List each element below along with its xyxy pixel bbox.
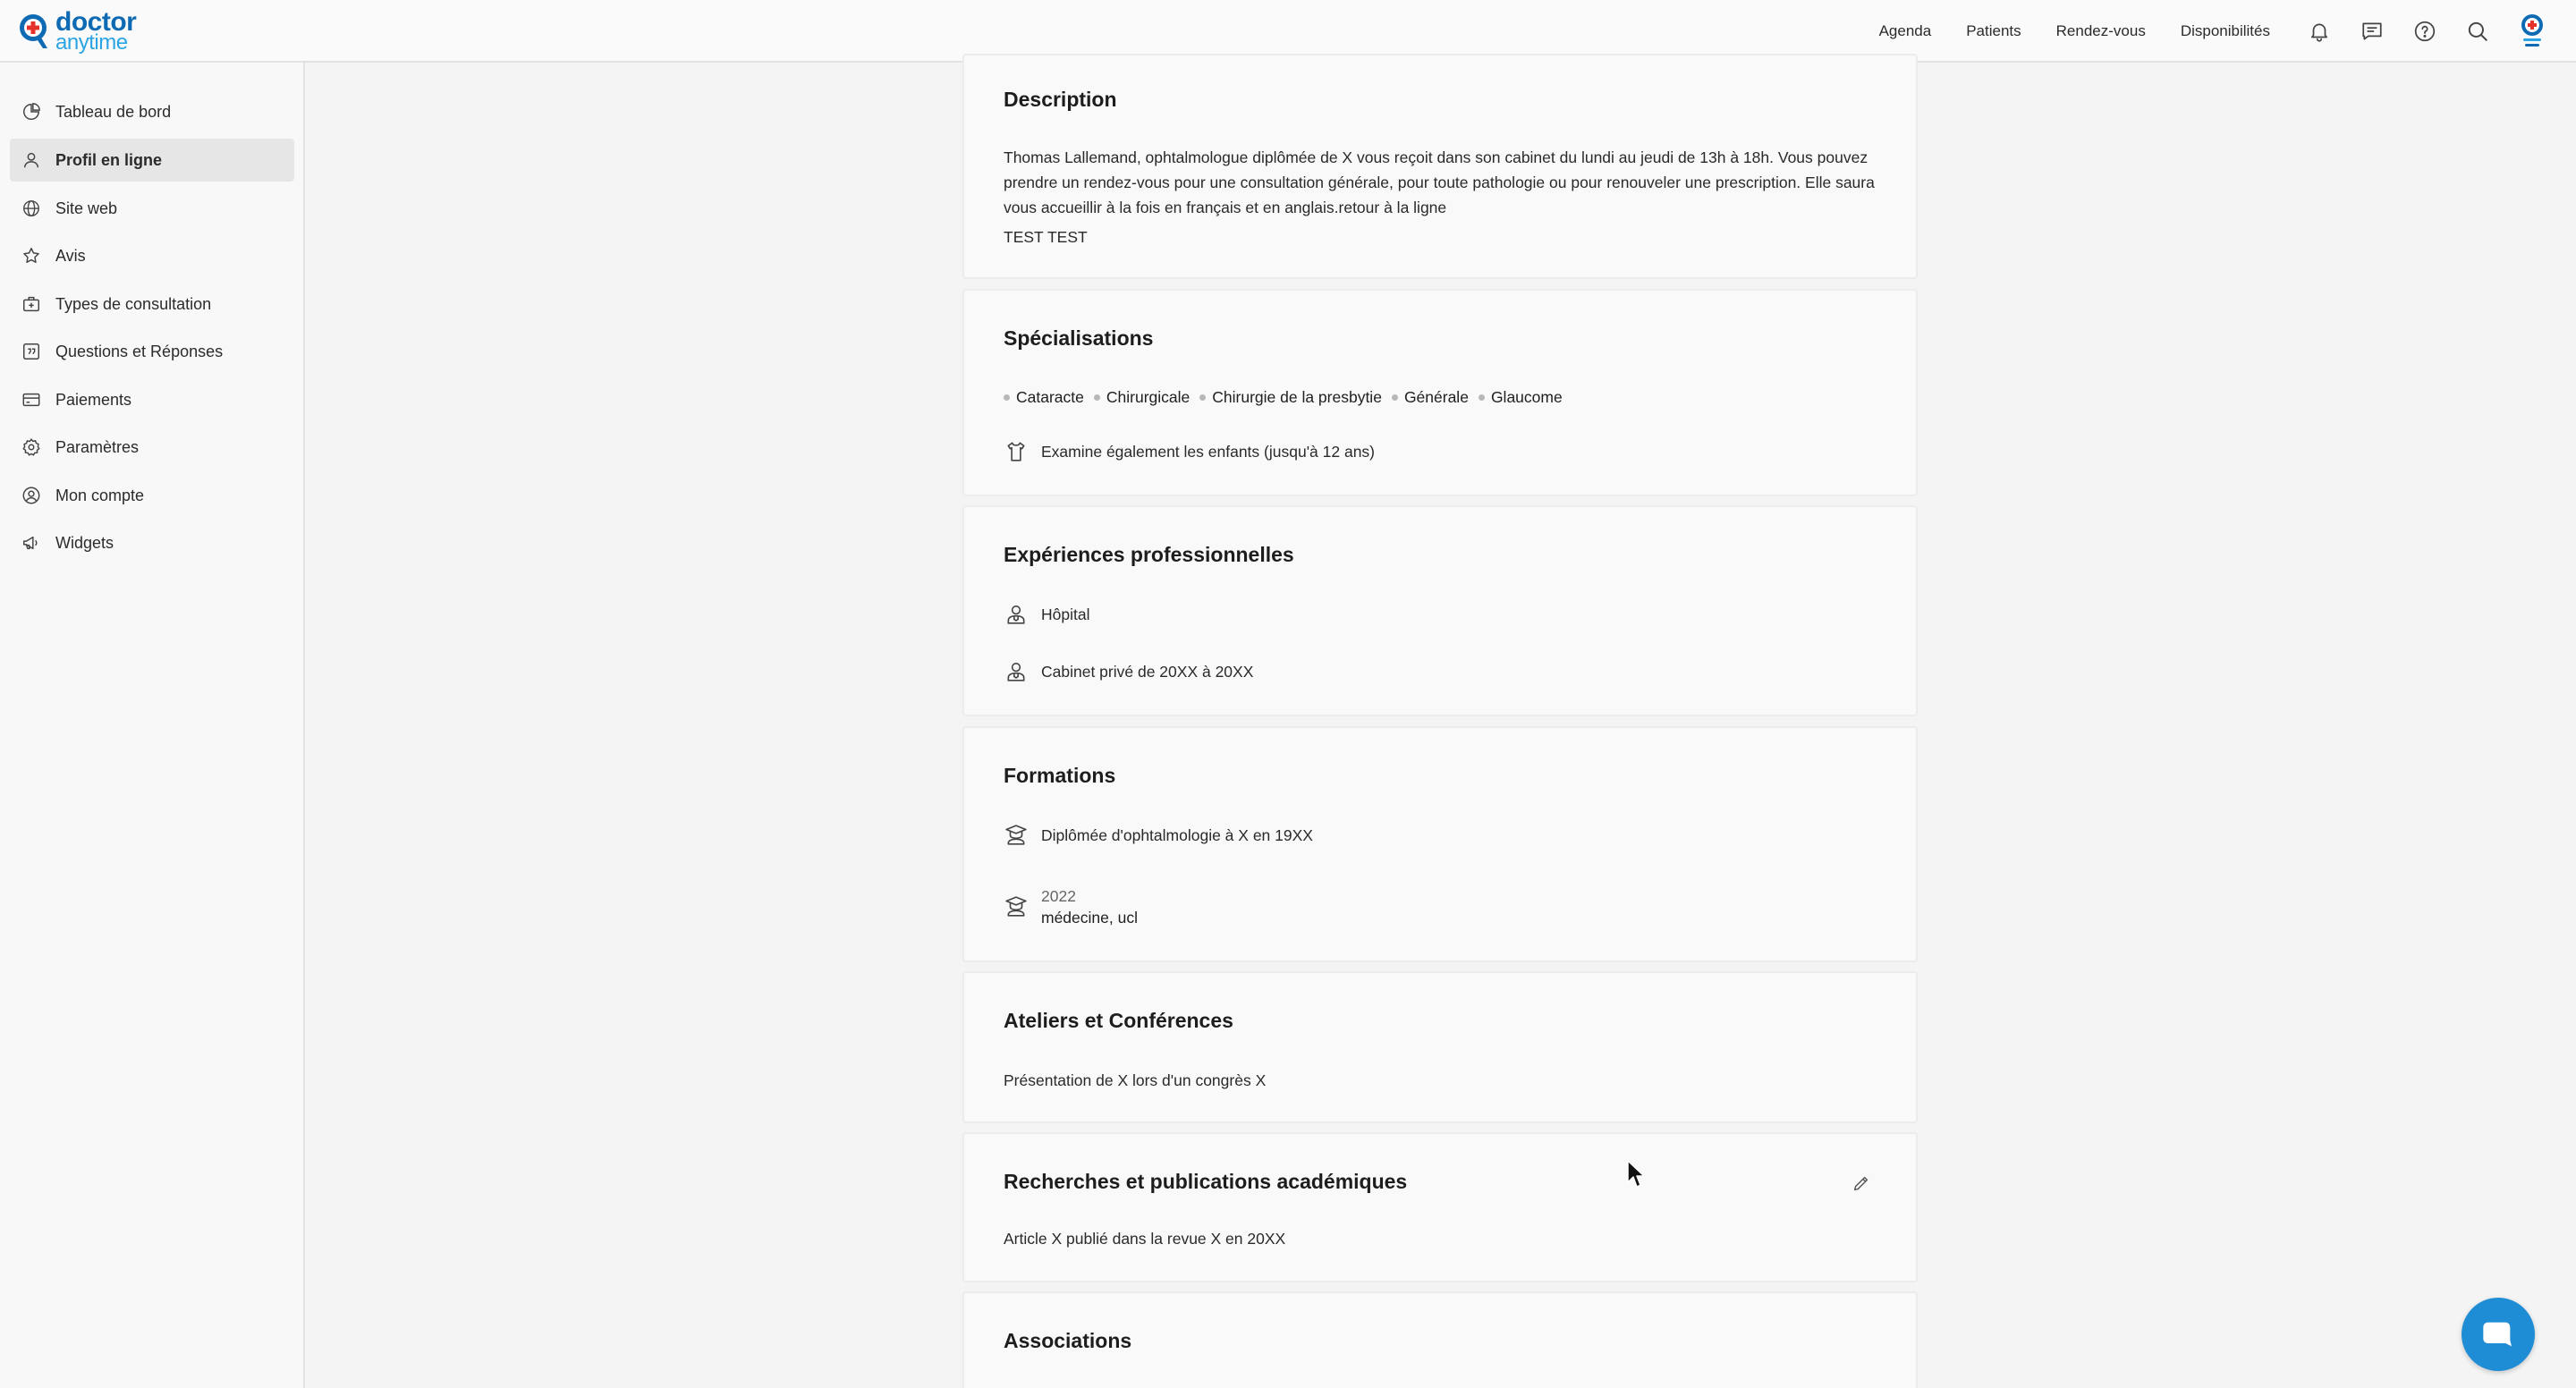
account-icon — [21, 485, 42, 506]
nav-agenda[interactable]: Agenda — [1879, 22, 1932, 40]
ateliers-title: Ateliers et Conférences — [1004, 1009, 1233, 1032]
description-extra: TEST TEST — [1004, 228, 1088, 246]
mouse-cursor-icon — [1627, 1160, 1645, 1188]
specialisation-item: Chirurgicale — [1093, 388, 1190, 407]
user-icon — [21, 149, 42, 171]
child-shirt-icon — [1004, 439, 1029, 464]
doctor-icon — [1004, 602, 1029, 627]
graduation-icon — [1004, 823, 1029, 848]
logo-pin-icon — [18, 13, 50, 50]
edit-recherches-button[interactable] — [1850, 1172, 1873, 1195]
nav-rendez-vous[interactable]: Rendez-vous — [2056, 22, 2146, 40]
logo-text-anytime: anytime — [55, 30, 128, 55]
sidebar-item-avis[interactable]: Avis — [10, 234, 294, 277]
sidebar-item-questions-et-reponses[interactable]: Questions et Réponses — [10, 330, 294, 373]
quote-icon — [21, 341, 42, 362]
sidebar-item-paiements[interactable]: Paiements — [10, 378, 294, 421]
support-chat-button[interactable] — [2462, 1298, 2535, 1371]
sidebar: Tableau de bord Profil en ligne Site web… — [0, 63, 305, 1388]
children-note-text: Examine également les enfants (jusqu'à 1… — [1041, 443, 1376, 461]
specialisations-list: Cataracte Chirurgicale Chirurgie de la p… — [1004, 388, 1572, 407]
specialisation-item: Glaucome — [1478, 388, 1563, 407]
medkit-icon — [21, 293, 42, 315]
sidebar-item-label: Widgets — [55, 533, 114, 552]
experiences-card: Expériences professionnelles Hôpital Cab… — [962, 505, 1918, 716]
experience-item: Hôpital — [1004, 602, 1089, 627]
gear-icon — [21, 436, 42, 458]
dashboard-icon — [21, 101, 42, 123]
specialisation-item: Cataracte — [1004, 388, 1084, 407]
search-icon[interactable] — [2464, 18, 2491, 45]
formation-text: 2022 médecine, ucl — [1041, 885, 1138, 928]
globe-icon — [21, 198, 42, 219]
formation-year: 2022 — [1041, 887, 1076, 905]
chat-bubble-icon — [2483, 1322, 2512, 1347]
specialisation-item: Générale — [1391, 388, 1469, 407]
specialisation-item: Chirurgie de la presbytie — [1199, 388, 1382, 407]
nav-disponibilites[interactable]: Disponibilités — [2181, 22, 2270, 40]
experience-text: Hôpital — [1041, 605, 1090, 623]
pencil-icon — [1853, 1176, 1868, 1191]
sidebar-item-label: Paramètres — [55, 437, 140, 456]
user-avatar-icon[interactable] — [2517, 12, 2547, 51]
experience-text: Cabinet privé de 20XX à 20XX — [1041, 663, 1254, 681]
sidebar-item-mon-compte[interactable]: Mon compte — [10, 474, 294, 517]
card-icon — [21, 389, 42, 410]
sidebar-item-label: Avis — [55, 246, 86, 265]
sidebar-item-site-web[interactable]: Site web — [10, 187, 294, 230]
formations-card: Formations Diplômée d'ophtalmologie à X … — [962, 726, 1918, 962]
experiences-title: Expériences professionnelles — [1004, 543, 1294, 566]
formations-title: Formations — [1004, 764, 1116, 787]
doctor-anytime-logo[interactable]: doctor anytime — [18, 9, 137, 55]
associations-card: Associations — [962, 1291, 1918, 1388]
ateliers-text: Présentation de X lors d'un congrès X — [1004, 1071, 1267, 1089]
specialisations-card: Spécialisations Cataracte Chirurgicale C… — [962, 289, 1918, 496]
associations-title: Associations — [1004, 1329, 1132, 1352]
help-icon[interactable] — [2411, 18, 2438, 45]
sidebar-item-tableau-de-bord[interactable]: Tableau de bord — [10, 90, 294, 133]
sidebar-item-label: Types de consultation — [55, 294, 212, 313]
description-card: Description Thomas Lallemand, ophtalmolo… — [962, 54, 1918, 279]
experience-item: Cabinet privé de 20XX à 20XX — [1004, 659, 1253, 684]
sidebar-item-profil-en-ligne[interactable]: Profil en ligne — [10, 139, 294, 182]
formation-degree: médecine, ucl — [1041, 909, 1138, 927]
recherches-title: Recherches et publications académiques — [1004, 1170, 1408, 1193]
sidebar-item-widgets[interactable]: Widgets — [10, 521, 294, 564]
doctor-icon — [1004, 659, 1029, 684]
sidebar-item-parametres[interactable]: Paramètres — [10, 426, 294, 469]
chat-icon[interactable] — [2359, 18, 2385, 45]
nav-patients[interactable]: Patients — [1966, 22, 2021, 40]
star-icon — [21, 245, 42, 267]
sidebar-item-label: Questions et Réponses — [55, 342, 224, 360]
description-title: Description — [1004, 88, 1117, 111]
graduation-icon — [1004, 894, 1029, 919]
bell-icon[interactable] — [2306, 18, 2333, 45]
specialisations-title: Spécialisations — [1004, 326, 1154, 350]
recherches-text: Article X publié dans la revue X en 20XX — [1004, 1230, 1286, 1248]
children-note-row: Examine également les enfants (jusqu'à 1… — [1004, 439, 1375, 464]
formation-item: 2022 médecine, ucl — [1004, 885, 1138, 928]
formation-item: Diplômée d'ophtalmologie à X en 19XX — [1004, 823, 1313, 848]
top-navigation: Agenda Patients Rendez-vous Disponibilit… — [1879, 0, 2576, 63]
sidebar-item-types-de-consultation[interactable]: Types de consultation — [10, 283, 294, 326]
description-text: Thomas Lallemand, ophtalmologue diplômée… — [1004, 148, 1875, 216]
recherches-card: Recherches et publications académiques A… — [962, 1132, 1918, 1282]
megaphone-icon — [21, 532, 42, 554]
ateliers-card: Ateliers et Conférences Présentation de … — [962, 971, 1918, 1123]
sidebar-item-label: Site web — [55, 199, 118, 217]
sidebar-item-label: Profil en ligne — [55, 150, 163, 169]
sidebar-item-label: Tableau de bord — [55, 102, 172, 121]
sidebar-item-label: Paiements — [55, 390, 132, 409]
formation-text: Diplômée d'ophtalmologie à X en 19XX — [1041, 826, 1313, 844]
sidebar-item-label: Mon compte — [55, 486, 145, 504]
